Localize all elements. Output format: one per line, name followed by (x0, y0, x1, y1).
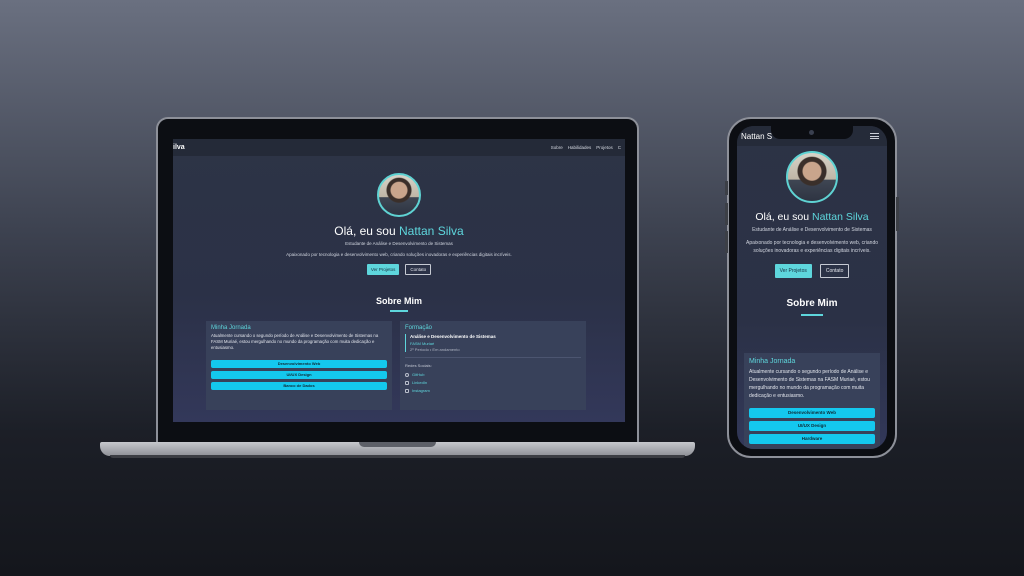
social-title: Redes Sociais: (405, 363, 432, 368)
laptop-foot (110, 455, 685, 458)
skill-pill: Desenvolvimento Web (211, 360, 387, 368)
view-projects-button[interactable]: Ver Projetos (366, 264, 400, 275)
hero-name: Nattan Silva (399, 224, 464, 238)
camera-icon (809, 130, 814, 135)
school-name: FASM Muriaé (410, 341, 435, 346)
journey-text: Atualmente cursando o segundo período de… (749, 369, 870, 399)
hamburger-menu-icon[interactable] (870, 133, 879, 139)
hero-title: Olá, eu sou Nattan Silva (737, 211, 887, 223)
journey-text: Atualmente cursando o segundo período de… (211, 333, 379, 350)
skill-pill: Banco de Dados (211, 382, 387, 390)
skill-pill: UI/UX Design (211, 371, 387, 379)
nav-link-sobre[interactable]: Sobre (551, 145, 563, 150)
instagram-icon (405, 388, 409, 393)
phone-volume-up (725, 203, 728, 225)
section-divider (390, 310, 408, 312)
skill-pill: Hardware (749, 434, 875, 444)
social-link-instagram[interactable]: Instagram (405, 388, 581, 393)
hero-title: Olá, eu sou Nattan Silva (173, 224, 625, 238)
phone-power-button (896, 197, 899, 231)
journey-title: Minha Jornada (749, 358, 796, 365)
section-title-about: Sobre Mim (375, 296, 422, 306)
github-icon (405, 372, 409, 377)
avatar (786, 151, 838, 203)
laptop-screen: ilva Sobre Habilidades Projetos C Olá, e… (173, 139, 625, 422)
laptop-mockup: ilva Sobre Habilidades Projetos C Olá, e… (156, 117, 639, 444)
course-status: 2º Período • Em andamento (410, 347, 460, 352)
hero-description: Apaixonado por tecnologia e desenvolvime… (745, 240, 879, 254)
brand-logo[interactable]: ilva (173, 144, 185, 151)
skill-pill: Desenvolvimento Web (749, 408, 875, 418)
education-card: Formação Análise e Desenvolvimento de Si… (400, 321, 586, 410)
social-links: GitHub LinkedIn Instagram (405, 372, 581, 393)
laptop-base (100, 442, 695, 456)
nav-link-contato[interactable]: C (618, 145, 621, 150)
social-link-github[interactable]: GitHub (405, 372, 581, 377)
hero-section: Olá, eu sou Nattan Silva Estudante de An… (173, 173, 625, 312)
hero-greeting: Olá, eu sou (334, 224, 399, 238)
nav-links: Sobre Habilidades Projetos C (551, 145, 621, 150)
linkedin-icon (405, 380, 409, 385)
social-label: GitHub (412, 372, 425, 377)
navbar: ilva Sobre Habilidades Projetos C (173, 139, 625, 156)
section-divider (801, 314, 823, 316)
social-label: Instagram (412, 388, 430, 393)
hero-subtitle: Estudante de Análise e Desenvolvimento d… (345, 241, 453, 246)
divider (405, 357, 581, 358)
brand-logo[interactable]: Nattan S (741, 132, 772, 141)
hero-subtitle: Estudante de Análise e Desenvolvimento d… (752, 227, 872, 233)
skill-pill: UI/UX Design (749, 421, 875, 431)
education-entry: Análise e Desenvolvimento de Sistemas FA… (405, 334, 581, 352)
phone-mockup: Nattan S Olá, eu sou Nattan Silva Estuda… (725, 117, 899, 458)
phone-side-button (725, 181, 728, 195)
hero-greeting: Olá, eu sou (755, 211, 812, 223)
contact-button[interactable]: Contato (819, 264, 850, 278)
laptop-notch (359, 442, 436, 447)
journey-card-mobile: Minha Jornada Atualmente cursando o segu… (744, 353, 880, 449)
hero-description: Apaixonado por tecnologia e desenvolvime… (286, 252, 512, 257)
course-name: Análise e Desenvolvimento de Sistemas (410, 334, 496, 339)
education-title: Formação (405, 325, 433, 331)
hero-name: Nattan Silva (812, 211, 869, 223)
social-link-linkedin[interactable]: LinkedIn (405, 380, 581, 385)
view-projects-button[interactable]: Ver Projetos (774, 264, 812, 278)
phone-notch (771, 126, 853, 139)
social-label: LinkedIn (412, 380, 428, 385)
phone-screen: Nattan S Olá, eu sou Nattan Silva Estuda… (737, 126, 887, 449)
nav-link-projetos[interactable]: Projetos (596, 145, 613, 150)
section-title-about: Sobre Mim (786, 298, 838, 309)
journey-card: Minha Jornada Atualmente cursando o segu… (206, 321, 392, 410)
hero-section-mobile: Olá, eu sou Nattan Silva Estudante de An… (737, 151, 887, 316)
nav-link-habilidades[interactable]: Habilidades (568, 145, 592, 150)
avatar (377, 173, 421, 217)
phone-volume-down (725, 231, 728, 253)
contact-button[interactable]: Contato (405, 264, 432, 275)
journey-title: Minha Jornada (211, 325, 251, 331)
